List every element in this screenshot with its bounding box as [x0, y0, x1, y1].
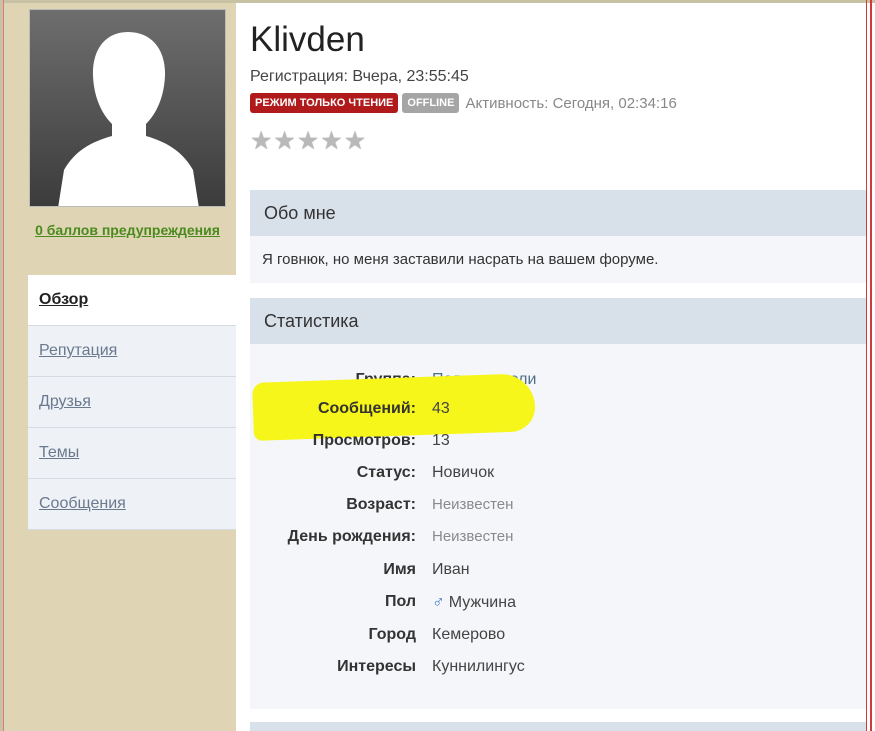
nav-item-friends[interactable]: Друзья: [28, 377, 240, 428]
stat-value: 13: [432, 432, 450, 449]
stat-label: Пол: [384, 593, 416, 610]
star-icon[interactable]: ★: [273, 127, 295, 155]
stats-heading: Статистика: [250, 298, 866, 344]
stat-value: Иван: [432, 561, 470, 578]
stat-label: Просмотров:: [312, 432, 416, 449]
stat-value: 43: [432, 400, 450, 417]
about-heading: Обо мне: [250, 190, 866, 236]
nav-item-posts[interactable]: Сообщения: [28, 479, 240, 530]
last-activity: Активность: Сегодня, 02:34:16: [465, 94, 677, 112]
star-icon[interactable]: ★: [344, 127, 366, 155]
nav-item-reputation[interactable]: Репутация: [28, 326, 240, 377]
stat-row-city: Город Кемерово: [250, 621, 866, 649]
stat-row-interests: Интересы Куннилингус: [250, 653, 866, 681]
stat-value: Новичок: [432, 464, 495, 481]
warning-points-link[interactable]: 0 баллов предупреждения: [29, 220, 226, 241]
stat-label: День рождения:: [287, 528, 416, 545]
offline-badge: OFFLINE: [402, 93, 460, 113]
gender-text: Мужчина: [448, 594, 516, 611]
stat-value: Куннилингус: [432, 658, 525, 675]
nav-item-topics[interactable]: Темы: [28, 428, 240, 479]
stat-label: Возраст:: [346, 496, 416, 513]
stat-row-status: Статус: Новичок: [250, 459, 866, 487]
stat-label: Имя: [383, 561, 416, 578]
readonly-badge: РЕЖИМ ТОЛЬКО ЧТЕНИЕ: [250, 93, 399, 113]
stats-rows: Сообщений: 43 Просмотров: 13 Статус: Нов…: [250, 344, 866, 709]
stat-value: Неизвестен: [432, 528, 514, 545]
default-avatar-silhouette-icon: [30, 10, 225, 206]
stat-value: Кемерово: [432, 626, 506, 643]
stat-value: Неизвестен: [432, 496, 514, 513]
star-icon[interactable]: ★: [297, 127, 319, 155]
stat-row-age: Возраст: Неизвестен: [250, 491, 866, 519]
profile-nav: Обзор Репутация Друзья Темы Сообщения: [28, 275, 240, 530]
rating-stars[interactable]: ★ ★ ★ ★ ★: [250, 127, 366, 155]
star-icon[interactable]: ★: [250, 127, 272, 155]
male-icon: ♂: [432, 592, 445, 611]
stat-row-name: Имя Иван: [250, 556, 866, 584]
next-section-heading: [250, 722, 866, 731]
window-right-border: [870, 0, 872, 731]
about-text: Я говнюк, но меня заставили насрать на в…: [250, 236, 866, 283]
stat-row-views: Просмотров: 13: [250, 427, 866, 455]
stat-row-birthday: День рождения: Неизвестен: [250, 523, 866, 551]
stat-row-gender: Пол ♂ Мужчина: [250, 588, 866, 616]
stat-label: Статус:: [356, 464, 416, 481]
stat-row-posts: Сообщений: 43: [250, 395, 866, 423]
window-right-rule: [866, 0, 867, 731]
stat-label: Интересы: [337, 658, 416, 675]
star-icon[interactable]: ★: [320, 127, 342, 155]
username: Klivden: [250, 20, 365, 59]
status-row: РЕЖИМ ТОЛЬКО ЧТЕНИЕ OFFLINE Активность: …: [250, 93, 677, 113]
avatar[interactable]: [29, 9, 226, 207]
stat-label: Город: [368, 626, 416, 643]
nav-item-overview[interactable]: Обзор: [28, 275, 240, 326]
stat-label: Сообщений:: [317, 400, 416, 417]
registration-date: Регистрация: Вчера, 23:55:45: [250, 68, 469, 85]
stat-value: ♂ Мужчина: [432, 588, 516, 617]
profile-sidebar: 0 баллов предупреждения Обзор Репутация …: [4, 3, 240, 731]
